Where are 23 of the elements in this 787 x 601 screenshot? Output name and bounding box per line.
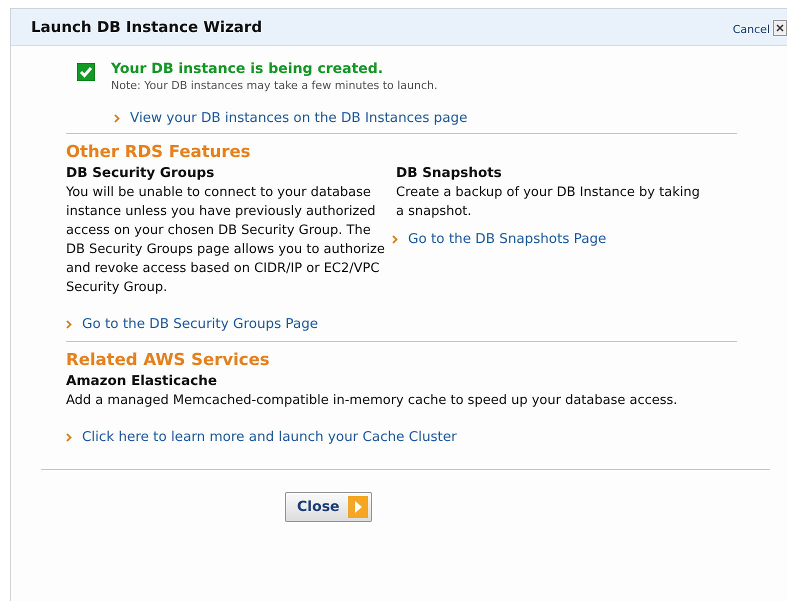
feature-description: Create a backup of your DB Instance by taking a snapshot. [396, 184, 701, 221]
section-heading: Related AWS Services [66, 350, 271, 369]
cancel-link[interactable]: Cancel [732, 22, 770, 36]
feature-link[interactable]: Go to the DB Security Groups Page [82, 315, 318, 334]
window-title: Launch DB Instance Wizard [31, 18, 264, 36]
section-heading: Other RDS Features [66, 142, 252, 161]
chevron-icon [66, 433, 72, 442]
feature-title: Amazon Elasticache [66, 372, 218, 391]
feature-link[interactable]: Go to the DB Snapshots Page [408, 230, 606, 249]
feature-link[interactable]: Click here to learn more and launch your Cache Cluster [82, 428, 457, 447]
close-button[interactable]: Close [285, 492, 372, 522]
feature-title: DB Security Groups [66, 164, 216, 183]
feature-description: You will be unable to connect to your database instance unless you have previously authorized access on your chosen DB Security Group. The DB Security Groups page allows you to authorize and revoke access based on CIDR/IP or EC2/VPC Security Group. [66, 184, 386, 297]
feature-description: Add a managed Memcached-compatible in-memory cache to speed up your database access. [66, 392, 678, 410]
instances-link[interactable]: View your DB instances on the DB Instances page [130, 110, 468, 126]
chevron-icon [392, 235, 398, 244]
chevron-icon [66, 320, 72, 329]
success-message: Your DB instance is being created. [111, 61, 384, 77]
note-text: Note: Your DB instances may take a few minutes to launch. [111, 79, 438, 92]
chevron-icon [114, 114, 120, 122]
play-icon [348, 496, 368, 518]
close-icon[interactable] [773, 20, 787, 36]
feature-title: DB Snapshots [396, 164, 503, 183]
